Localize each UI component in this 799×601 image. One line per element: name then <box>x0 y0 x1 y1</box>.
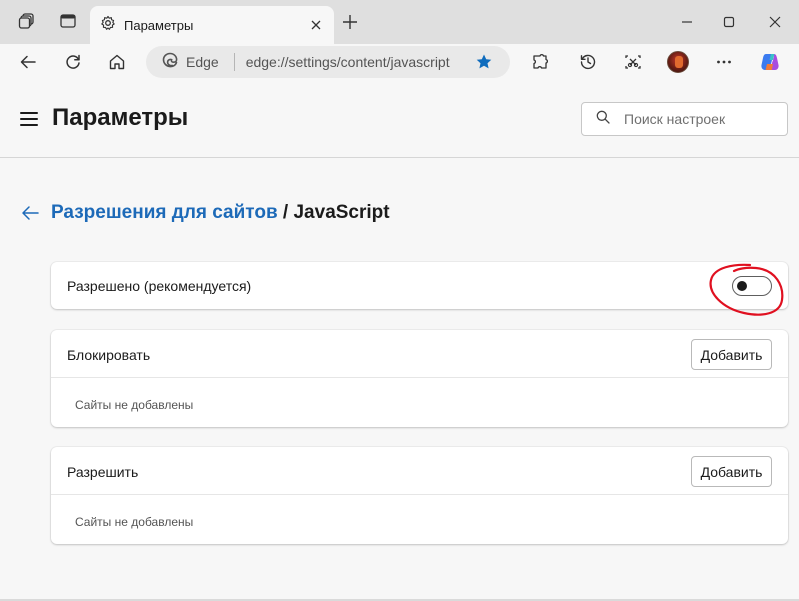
toggle-knob <box>737 281 747 291</box>
address-separator <box>233 53 235 71</box>
close-window-icon[interactable] <box>761 8 789 36</box>
allow-section: Разрешить Добавить Сайты не добавлены <box>51 447 788 544</box>
screenshot-icon[interactable] <box>619 48 647 76</box>
page-title: Параметры <box>52 104 189 131</box>
edge-logo-icon <box>162 52 178 73</box>
allow-section-title: Разрешить <box>67 464 139 480</box>
search-input[interactable] <box>624 111 774 127</box>
allow-empty-text: Сайты не добавлены <box>75 515 194 529</box>
settings-search[interactable] <box>581 102 788 136</box>
block-section-header: Блокировать Добавить <box>51 330 788 378</box>
new-tab-icon[interactable] <box>338 10 362 34</box>
back-arrow-icon[interactable] <box>18 201 42 225</box>
settings-page: Параметры Разрешения для сайтов / JavaSc… <box>0 80 799 601</box>
allow-section-header: Разрешить Добавить <box>51 447 788 495</box>
block-empty-text: Сайты не добавлены <box>75 398 194 412</box>
allow-add-button[interactable]: Добавить <box>691 456 772 487</box>
title-bar: Параметры <box>0 0 799 44</box>
breadcrumb-link-site-permissions[interactable]: Разрешения для сайтов <box>51 202 278 224</box>
block-section: Блокировать Добавить Сайты не добавлены <box>51 330 788 427</box>
address-bar[interactable]: Edge edge://settings/content/javascript <box>146 46 510 78</box>
back-arrow-icon[interactable] <box>14 48 42 76</box>
block-add-button[interactable]: Добавить <box>691 339 772 370</box>
profile-avatar[interactable] <box>667 51 689 73</box>
extensions-icon[interactable] <box>526 48 554 76</box>
search-icon <box>596 110 610 129</box>
settings-more-icon[interactable] <box>710 48 738 76</box>
allowed-toggle[interactable] <box>732 276 772 296</box>
gear-icon <box>100 15 116 36</box>
tab-settings[interactable]: Параметры <box>90 6 334 44</box>
tab-actions-icon[interactable] <box>57 10 79 32</box>
copilot-icon[interactable] <box>756 48 784 76</box>
block-section-title: Блокировать <box>67 347 151 363</box>
breadcrumb: Разрешения для сайтов / JavaScript <box>18 201 390 225</box>
tab-title: Параметры <box>124 17 194 33</box>
minimize-icon[interactable] <box>673 8 701 36</box>
site-info-button[interactable]: Edge <box>146 52 219 73</box>
refresh-icon[interactable] <box>59 48 87 76</box>
close-tab-icon[interactable] <box>304 13 328 37</box>
url-text[interactable]: edge://settings/content/javascript <box>246 54 470 70</box>
history-icon[interactable] <box>574 48 602 76</box>
settings-header: Параметры <box>0 80 799 158</box>
maximize-icon[interactable] <box>715 8 743 36</box>
workspaces-icon[interactable] <box>16 10 38 32</box>
breadcrumb-current: / JavaScript <box>277 202 390 223</box>
menu-icon[interactable] <box>20 112 38 126</box>
browser-toolbar: Edge edge://settings/content/javascript <box>0 44 799 80</box>
allowed-label: Разрешено (рекомендуется) <box>67 278 252 294</box>
favorite-star-icon[interactable] <box>470 48 498 76</box>
site-label: Edge <box>186 54 219 70</box>
home-icon[interactable] <box>103 48 131 76</box>
allowed-setting-card: Разрешено (рекомендуется) <box>51 262 788 309</box>
